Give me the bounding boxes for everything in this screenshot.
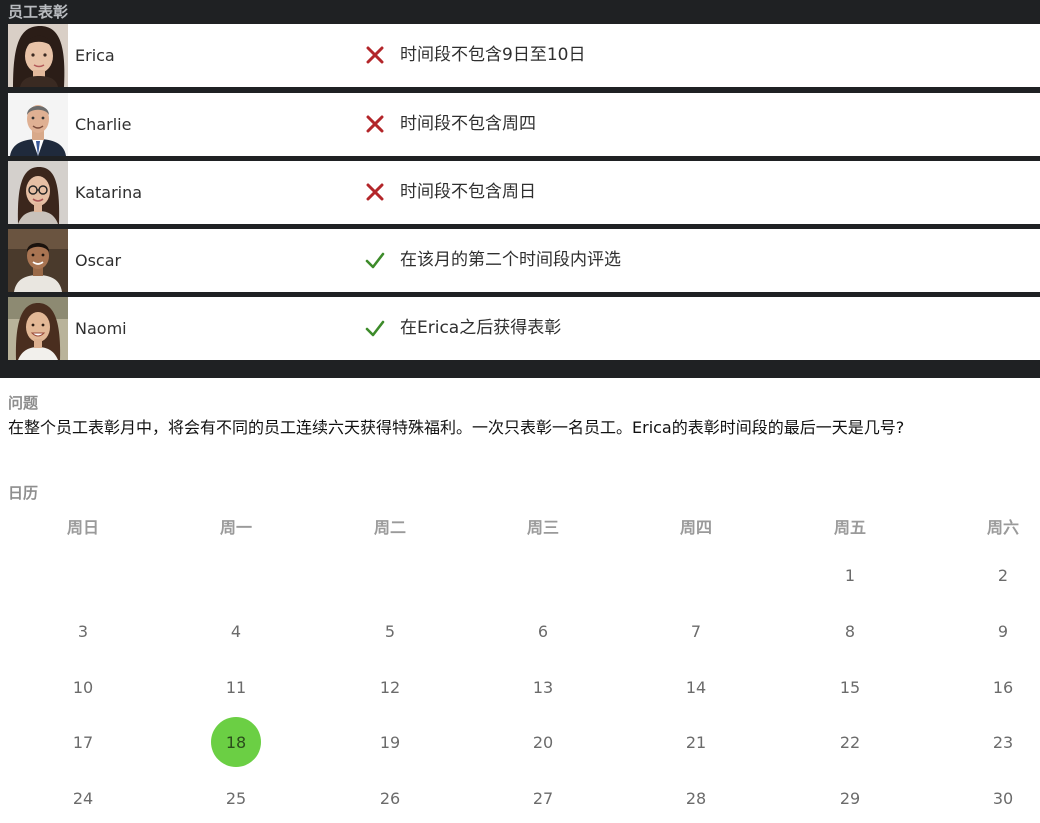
calendar-day[interactable]: 27 (518, 773, 568, 823)
man-suit-avatar (8, 93, 68, 156)
weekday-header: 周六 (986, 518, 1019, 537)
employee-panel: 员工表彰 Erica 时间段不包含9日至10日 Charlie 时间段不包含周四 Kat… (0, 0, 1040, 378)
calendar-day[interactable]: 2 (978, 550, 1028, 600)
calendar-day-selected[interactable]: 18 (211, 717, 261, 767)
calendar-day[interactable]: 7 (671, 606, 721, 656)
check-icon (364, 317, 386, 339)
calendar-day[interactable]: 30 (978, 773, 1028, 823)
employee-clue: 在该月的第二个时间段内评选 (400, 250, 621, 270)
calendar-day[interactable]: 13 (518, 662, 568, 712)
panel-title: 员工表彰 (8, 3, 69, 21)
employee-clue: 时间段不包含周四 (400, 114, 536, 134)
calendar-day[interactable]: 15 (825, 662, 875, 712)
woman-smiling-avatar (8, 297, 68, 360)
employee-name: Charlie (75, 115, 132, 134)
question-label: 问题 (8, 394, 39, 412)
calendar-day[interactable]: 12 (365, 662, 415, 712)
calendar-day[interactable]: 25 (211, 773, 261, 823)
woman-glasses-avatar (8, 161, 68, 224)
calendar-day[interactable]: 29 (825, 773, 875, 823)
cross-icon (364, 181, 386, 203)
calendar-day[interactable]: 11 (211, 662, 261, 712)
weekday-header: 周一 (219, 518, 252, 537)
calendar-day[interactable]: 4 (211, 606, 261, 656)
cross-icon (364, 113, 386, 135)
calendar-day[interactable]: 26 (365, 773, 415, 823)
question-text: 在整个员工表彰月中，将会有不同的员工连续六天获得特殊福利。一次只表彰一名员工。E… (8, 418, 905, 437)
calendar-day[interactable]: 16 (978, 662, 1028, 712)
weekday-header: 周四 (679, 518, 712, 537)
calendar-day[interactable]: 1 (825, 550, 875, 600)
check-icon (364, 249, 386, 271)
employee-name: Oscar (75, 251, 122, 270)
employee-clue: 在Erica之后获得表彰 (400, 318, 562, 338)
weekday-header: 周五 (833, 518, 866, 537)
calendar-day[interactable]: 3 (58, 606, 108, 656)
calendar-day[interactable]: 8 (825, 606, 875, 656)
calendar-day[interactable]: 20 (518, 717, 568, 767)
woman-dark-hair-avatar (8, 24, 68, 87)
employee-row-naomi: Naomi 在Erica之后获得表彰 (8, 297, 1040, 360)
employee-clue: 时间段不包含9日至10日 (400, 45, 586, 65)
man-dark-hair-avatar (8, 229, 68, 292)
employee-name: Erica (75, 46, 115, 65)
calendar-day[interactable]: 28 (671, 773, 721, 823)
employee-clue: 时间段不包含周日 (400, 182, 536, 202)
employee-row-oscar: Oscar 在该月的第二个时间段内评选 (8, 229, 1040, 292)
calendar-day[interactable]: 21 (671, 717, 721, 767)
cross-icon (364, 44, 386, 66)
calendar-day[interactable]: 14 (671, 662, 721, 712)
weekday-header: 周三 (526, 518, 559, 537)
employee-row-katarina: Katarina 时间段不包含周日 (8, 161, 1040, 224)
employee-name: Naomi (75, 319, 127, 338)
calendar-day[interactable]: 5 (365, 606, 415, 656)
calendar-day[interactable]: 10 (58, 662, 108, 712)
calendar-day[interactable]: 24 (58, 773, 108, 823)
employee-row-erica: Erica 时间段不包含9日至10日 (8, 24, 1040, 87)
calendar-day[interactable]: 9 (978, 606, 1028, 656)
weekday-header: 周日 (66, 518, 99, 537)
calendar-day[interactable]: 23 (978, 717, 1028, 767)
calendar-day[interactable]: 19 (365, 717, 415, 767)
calendar-day[interactable]: 17 (58, 717, 108, 767)
employee-name: Katarina (75, 183, 143, 202)
calendar-day[interactable]: 6 (518, 606, 568, 656)
calendar-day[interactable]: 22 (825, 717, 875, 767)
weekday-header: 周二 (373, 518, 406, 537)
calendar-label: 日历 (8, 484, 39, 502)
employee-row-charlie: Charlie 时间段不包含周四 (8, 93, 1040, 156)
